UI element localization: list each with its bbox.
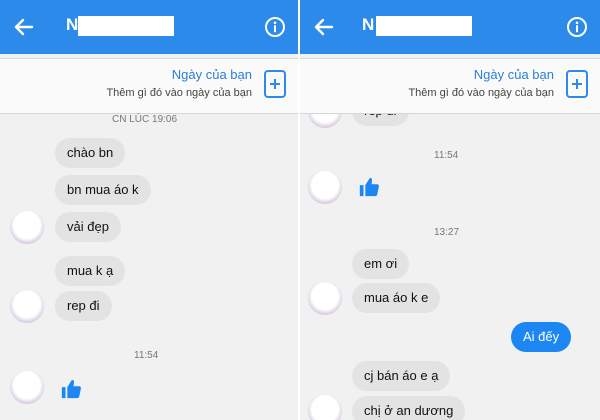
add-story-button[interactable] [566,70,588,98]
contact-avatar[interactable] [308,281,342,315]
message-bubble[interactable]: mua áo k e [352,283,441,313]
chat-header: N [0,0,298,54]
contact-avatar[interactable] [308,394,342,420]
contact-avatar[interactable] [10,289,44,323]
message-timestamp: CN LÚC 19:06 [112,114,178,125]
day-banner[interactable]: Ngày của bạn Thêm gì đó vào ngày của bạn [300,58,600,114]
back-arrow-icon[interactable] [312,15,336,39]
contact-avatar[interactable] [10,370,44,404]
contact-avatar[interactable] [308,170,342,204]
info-icon[interactable] [264,16,286,38]
banner-title[interactable]: Ngày của bạn [474,67,554,82]
contact-name[interactable]: N [362,15,375,35]
message-bubble[interactable]: em ơi [352,249,410,279]
info-icon[interactable] [566,16,588,38]
message-timestamp: 13:27 [434,227,460,238]
thumbs-up-icon[interactable] [358,176,380,198]
chat-header: N [300,0,600,54]
banner-subtitle: Thêm gì đó vào ngày của bạn [408,87,554,99]
message-bubble[interactable]: cj bán áo e ạ [352,361,451,391]
banner-subtitle: Thêm gì đó vào ngày của bạn [106,87,252,99]
back-arrow-icon[interactable] [12,15,36,39]
chat-panel-right: N Ngày của bạn Thêm gì đó vào ngày của b… [300,0,600,420]
message-bubble[interactable]: bn mua áo k [55,175,151,205]
day-banner[interactable]: Ngày của bạn Thêm gì đó vào ngày của bạn [0,58,298,114]
message-timestamp: 11:54 [134,350,159,361]
message-bubble[interactable]: mua k ạ [55,256,126,286]
contact-name[interactable]: N [66,15,79,35]
message-bubble[interactable]: rep đi [55,291,112,321]
message-bubble[interactable]: chị ở an dương [352,396,466,420]
banner-title[interactable]: Ngày của bạn [172,67,252,82]
name-redaction [78,16,174,36]
thumbs-up-icon[interactable] [60,378,82,400]
message-timestamp: 11:54 [434,150,459,161]
message-bubble[interactable]: vải đẹp [55,212,121,242]
message-bubble[interactable]: chào bn [55,138,126,168]
add-story-button[interactable] [264,70,286,98]
chat-panel-left: N Ngày của bạn Thêm gì đó vào ngày của b… [0,0,298,420]
outgoing-message-bubble[interactable]: Ai đếy [511,322,572,352]
name-redaction [376,16,472,36]
contact-avatar[interactable] [10,210,44,244]
